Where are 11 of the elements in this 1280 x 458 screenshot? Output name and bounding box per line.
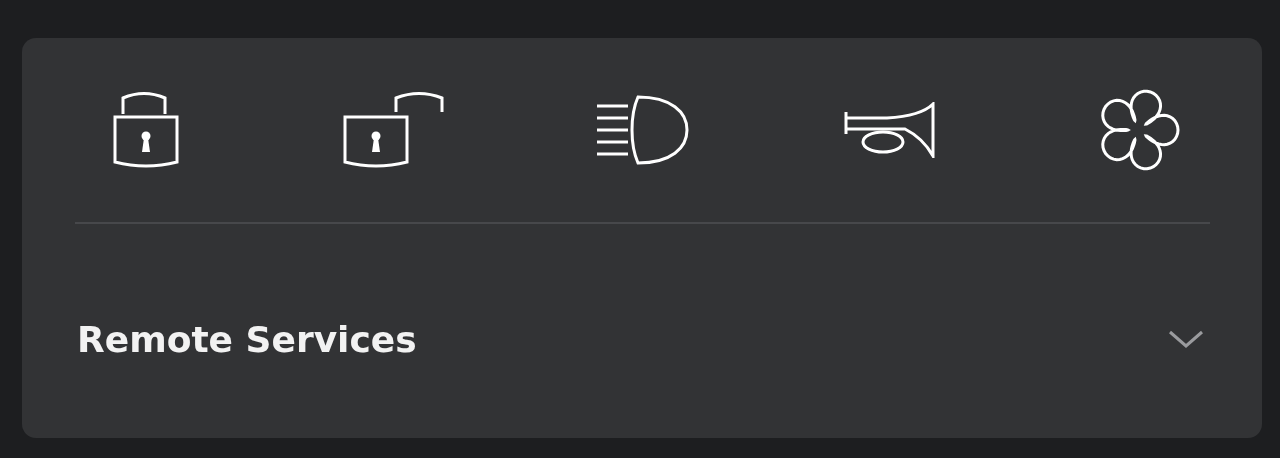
headlight-button[interactable] (595, 93, 689, 167)
lock-icon (113, 90, 179, 170)
unlocked-padlock-icon (343, 90, 445, 170)
chevron-icon (1168, 329, 1204, 349)
unlock-button[interactable] (343, 90, 445, 170)
expand-toggle[interactable] (1168, 329, 1204, 349)
section-title: Remote Services (77, 318, 417, 360)
horn-button[interactable] (843, 102, 937, 158)
horn-icon (843, 102, 937, 158)
headlight-icon (595, 93, 689, 167)
lock-button[interactable] (113, 90, 179, 170)
